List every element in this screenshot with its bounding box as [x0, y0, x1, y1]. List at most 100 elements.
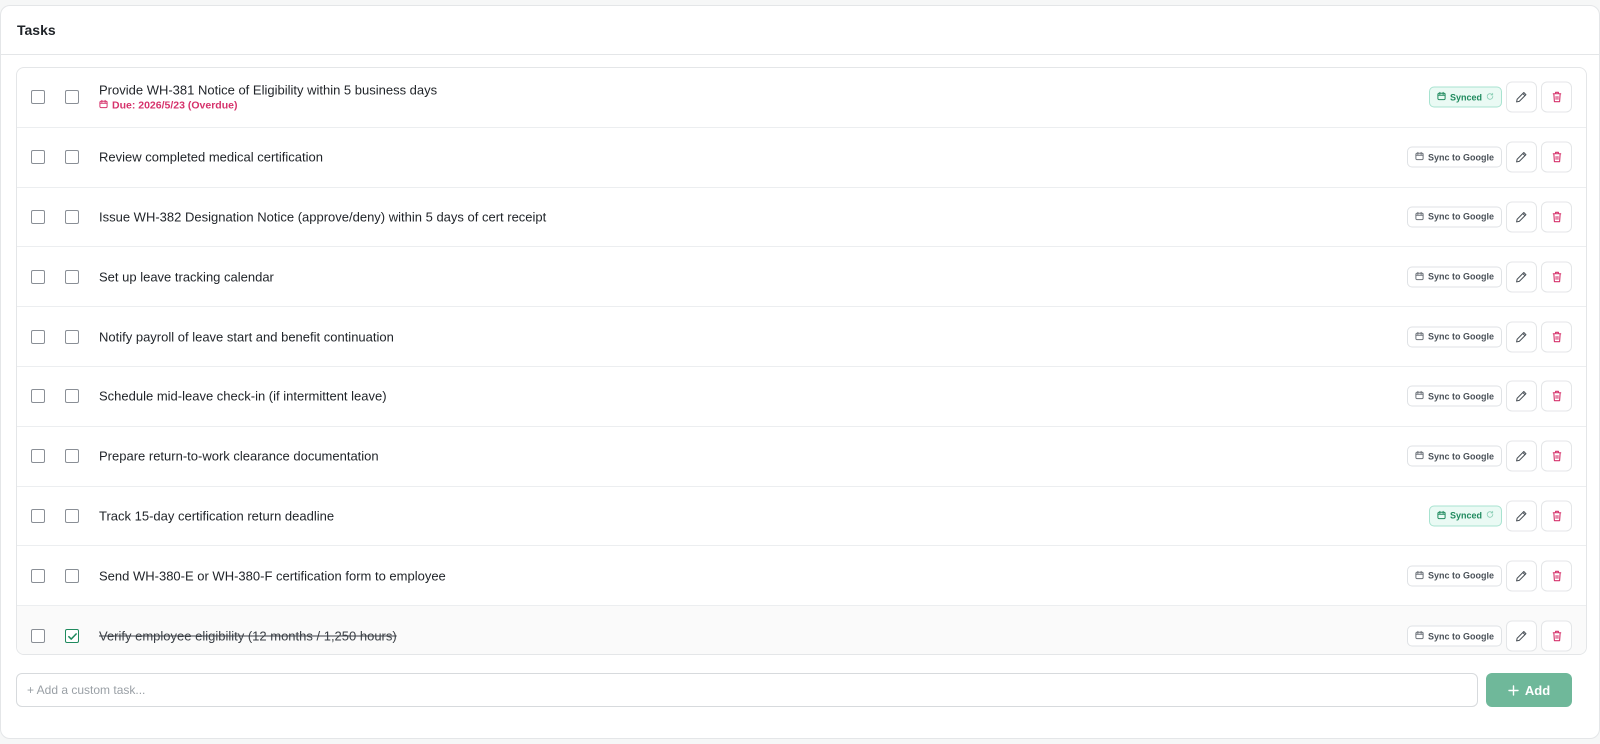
- edit-task-button[interactable]: [1506, 500, 1537, 532]
- select-task-checkbox[interactable]: [31, 90, 45, 105]
- task-row: Verify employee eligibility (12 months /…: [17, 606, 1586, 654]
- delete-task-button[interactable]: [1541, 201, 1572, 233]
- task-actions: Sync to Google: [1406, 560, 1572, 592]
- synced-badge: Synced: [1428, 86, 1502, 108]
- synced-label: Synced: [1449, 92, 1482, 103]
- complete-task-checkbox[interactable]: [65, 568, 79, 583]
- delete-task-button[interactable]: [1541, 261, 1572, 293]
- sync-to-google-button[interactable]: Sync to Google: [1406, 326, 1502, 348]
- add-task-button[interactable]: Add: [1486, 673, 1572, 707]
- task-title: Notify payroll of leave start and benefi…: [99, 329, 394, 345]
- complete-task-checkbox[interactable]: [65, 449, 79, 464]
- complete-task-checkbox[interactable]: [65, 269, 79, 284]
- delete-task-button[interactable]: [1541, 620, 1572, 652]
- edit-task-button[interactable]: [1506, 321, 1537, 353]
- task-text: Verify employee eligibility (12 months /…: [99, 629, 397, 644]
- complete-task-checkbox[interactable]: [65, 389, 79, 404]
- task-text: Schedule mid-leave check-in (if intermit…: [99, 389, 387, 404]
- delete-task-button[interactable]: [1541, 81, 1572, 113]
- task-row: Send WH-380-E or WH-380-F certification …: [17, 546, 1586, 607]
- pencil-icon: [1515, 270, 1528, 283]
- task-actions: Sync to Google: [1406, 261, 1572, 293]
- complete-task-checkbox[interactable]: [65, 150, 79, 165]
- sync-to-google-button[interactable]: Sync to Google: [1406, 565, 1502, 587]
- task-title: Issue WH-382 Designation Notice (approve…: [99, 209, 547, 225]
- task-title: Schedule mid-leave check-in (if intermit…: [99, 388, 387, 404]
- select-task-checkbox[interactable]: [31, 508, 45, 523]
- select-task-checkbox[interactable]: [31, 389, 45, 404]
- complete-task-checkbox[interactable]: [65, 209, 79, 224]
- task-text: Issue WH-382 Designation Notice (approve…: [99, 209, 546, 224]
- calendar-icon: [1415, 211, 1424, 222]
- sync-label: Sync to Google: [1427, 211, 1494, 222]
- delete-task-button[interactable]: [1541, 500, 1572, 532]
- sync-label: Sync to Google: [1427, 631, 1494, 642]
- calendar-icon: [99, 100, 108, 112]
- task-actions: Sync to Google: [1406, 321, 1572, 353]
- refresh-icon[interactable]: [1486, 92, 1494, 102]
- edit-task-button[interactable]: [1506, 261, 1537, 293]
- task-text: Provide WH-381 Notice of Eligibility wit…: [99, 83, 437, 112]
- panel-header: Tasks: [1, 6, 1599, 55]
- edit-task-button[interactable]: [1506, 620, 1537, 652]
- task-title: Verify employee eligibility (12 months /…: [99, 628, 397, 644]
- sync-label: Sync to Google: [1427, 152, 1494, 163]
- sync-label: Sync to Google: [1427, 331, 1494, 342]
- select-task-checkbox[interactable]: [31, 568, 45, 583]
- task-title: Review completed medical certification: [99, 149, 323, 165]
- trash-icon: [1551, 509, 1563, 522]
- custom-task-input[interactable]: [16, 673, 1478, 707]
- sync-to-google-button[interactable]: Sync to Google: [1406, 625, 1502, 647]
- delete-task-button[interactable]: [1541, 321, 1572, 353]
- select-task-checkbox[interactable]: [31, 629, 45, 644]
- delete-task-button[interactable]: [1541, 440, 1572, 472]
- calendar-icon: [1415, 451, 1424, 462]
- panel-title: Tasks: [17, 22, 56, 38]
- complete-task-checkbox[interactable]: [65, 508, 79, 523]
- refresh-icon[interactable]: [1486, 511, 1494, 521]
- task-row: Provide WH-381 Notice of Eligibility wit…: [17, 68, 1586, 128]
- task-row: Issue WH-382 Designation Notice (approve…: [17, 188, 1586, 248]
- edit-task-button[interactable]: [1506, 201, 1537, 233]
- edit-task-button[interactable]: [1506, 560, 1537, 592]
- task-title: Track 15-day certification return deadli…: [99, 508, 335, 524]
- complete-task-checkbox[interactable]: [65, 329, 79, 344]
- task-text: Review completed medical certification: [99, 150, 323, 165]
- select-task-checkbox[interactable]: [31, 269, 45, 284]
- select-task-checkbox[interactable]: [31, 449, 45, 464]
- edit-task-button[interactable]: [1506, 440, 1537, 472]
- task-list: Provide WH-381 Notice of Eligibility wit…: [16, 67, 1587, 655]
- complete-task-checkbox[interactable]: [65, 90, 79, 105]
- sync-to-google-button[interactable]: Sync to Google: [1406, 266, 1502, 288]
- task-row: Prepare return-to-work clearance documen…: [17, 427, 1586, 487]
- trash-icon: [1551, 91, 1563, 104]
- edit-task-button[interactable]: [1506, 81, 1537, 113]
- delete-task-button[interactable]: [1541, 560, 1572, 592]
- sync-to-google-button[interactable]: Sync to Google: [1406, 146, 1502, 168]
- calendar-icon: [1415, 152, 1424, 163]
- sync-to-google-button[interactable]: Sync to Google: [1406, 206, 1502, 228]
- edit-task-button[interactable]: [1506, 380, 1537, 412]
- complete-task-checkbox[interactable]: [65, 629, 79, 644]
- sync-label: Sync to Google: [1427, 271, 1494, 282]
- sync-to-google-button[interactable]: Sync to Google: [1406, 385, 1502, 407]
- trash-icon: [1551, 390, 1563, 403]
- sync-to-google-button[interactable]: Sync to Google: [1406, 445, 1502, 467]
- due-date-text: Due: 2026/5/23 (Overdue): [112, 99, 238, 112]
- select-task-checkbox[interactable]: [31, 209, 45, 224]
- task-title: Prepare return-to-work clearance documen…: [99, 448, 379, 464]
- edit-task-button[interactable]: [1506, 141, 1537, 173]
- pencil-icon: [1515, 630, 1528, 643]
- delete-task-button[interactable]: [1541, 141, 1572, 173]
- task-actions: Synced: [1428, 81, 1572, 113]
- check-icon: [67, 631, 78, 642]
- delete-task-button[interactable]: [1541, 380, 1572, 412]
- select-task-checkbox[interactable]: [31, 150, 45, 165]
- task-row: Schedule mid-leave check-in (if intermit…: [17, 367, 1586, 427]
- task-text: Set up leave tracking calendar: [99, 269, 274, 284]
- task-actions: Synced: [1428, 500, 1572, 532]
- select-task-checkbox[interactable]: [31, 329, 45, 344]
- task-row: Review completed medical certification S…: [17, 128, 1586, 188]
- task-title: Provide WH-381 Notice of Eligibility wit…: [99, 82, 438, 98]
- pencil-icon: [1515, 569, 1528, 582]
